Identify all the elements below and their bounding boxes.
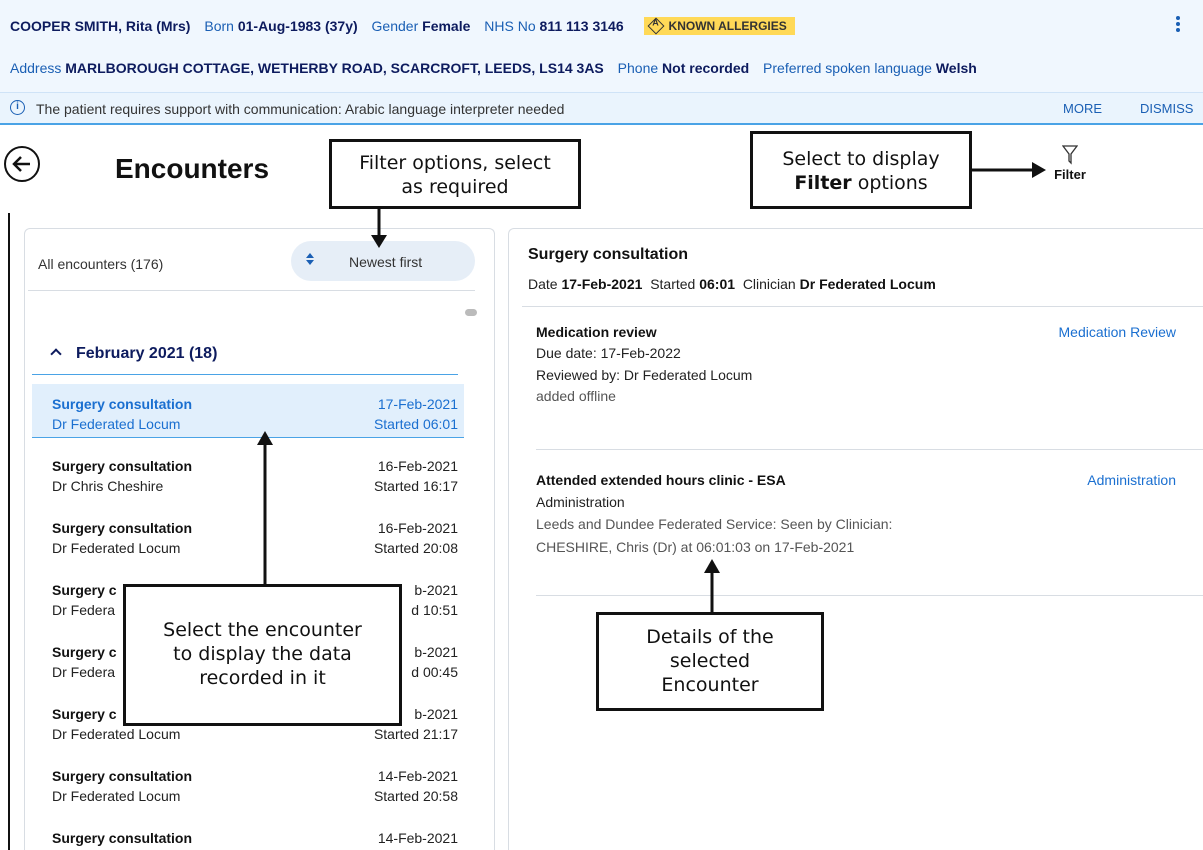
detail-divider <box>522 306 1203 307</box>
detail-meta: Date 17-Feb-2021 Started 06:01 Clinician… <box>528 276 936 292</box>
more-link[interactable]: MORE <box>1063 101 1102 116</box>
detail-item-note: added offline <box>536 388 616 404</box>
encounter-title: Surgery c <box>52 644 117 660</box>
communication-alert: i The patient requires support with comm… <box>0 93 1203 123</box>
sort-label: Newest first <box>349 254 423 270</box>
sort-icon <box>306 253 314 265</box>
list-header-divider <box>28 290 475 291</box>
alert-text: The patient requires support with commun… <box>36 101 565 117</box>
detail-item-line: Reviewed by: Dr Federated Locum <box>536 367 753 383</box>
address-label: Address <box>10 60 62 76</box>
month-group-label: February 2021 (18) <box>76 345 218 362</box>
callout-arrow-right <box>970 162 1046 178</box>
detail-item-line: Administration <box>536 494 625 510</box>
detail-item-divider <box>536 449 1203 450</box>
phone-label: Phone <box>617 60 659 76</box>
filter-label: Filter <box>1054 167 1086 182</box>
encounter-date: 16-Feb-2021 <box>377 458 458 474</box>
address-value: MARLBOROUGH COTTAGE, WETHERBY ROAD, SCAR… <box>65 60 604 76</box>
encounter-clinician: Dr Federated Locum <box>52 788 181 804</box>
encounter-clinician: Dr Federated Locum <box>52 726 181 742</box>
detail-item-line: CHESHIRE, Chris (Dr) at 06:01:03 on 17-F… <box>536 539 855 555</box>
callout-arrow-up <box>257 431 273 585</box>
encounter-date: b-2021 <box>414 706 458 722</box>
month-group-header[interactable]: February 2021 (18) <box>50 345 218 363</box>
callout-filter-options: Filter options, select as required <box>329 139 581 209</box>
encounter-count: All encounters (176) <box>38 256 164 272</box>
filter-button[interactable]: Filter <box>1045 145 1095 182</box>
page-title: Encounters <box>115 153 270 184</box>
encounter-title: Surgery c <box>52 582 117 598</box>
callout-select-display-filter: Select to display Filter options <box>750 131 972 209</box>
detail-item-category-link[interactable]: Medication Review <box>1059 324 1177 340</box>
known-allergies-badge[interactable]: A KNOWN ALLERGIES <box>643 17 795 35</box>
born-value: 01-Aug-1983 (37y) <box>237 18 358 34</box>
encounter-started: Started 20:08 <box>373 540 458 556</box>
encounter-row-selected[interactable]: Surgery consultation Dr Federated Locum … <box>32 384 464 438</box>
detail-item-line: Due date: 17-Feb-2022 <box>536 345 681 361</box>
allergy-icon: A <box>647 17 665 35</box>
encounter-title: Surgery consultation <box>52 768 193 784</box>
detail-title: Surgery consultation <box>528 246 689 263</box>
patient-banner-row2: Address MARLBOROUGH COTTAGE, WETHERBY RO… <box>10 60 977 76</box>
detail-item-line: Leeds and Dundee Federated Service: Seen… <box>536 516 893 532</box>
encounter-row[interactable]: Surgery consultation Dr Federated Locum … <box>32 756 464 810</box>
encounter-clinician: Dr Chris Cheshire <box>52 478 164 494</box>
patient-banner-row1: COOPER SMITH, Rita (Mrs) Born 01-Aug-198… <box>10 17 795 35</box>
born-label: Born <box>204 18 234 34</box>
detail-item-divider <box>536 595 1203 596</box>
callout-arrow-up <box>704 559 720 614</box>
encounter-date: 17-Feb-2021 <box>377 396 458 412</box>
back-arrow-icon <box>12 156 30 172</box>
nhs-label: NHS No <box>484 18 536 34</box>
encounter-started: Started 20:58 <box>373 788 458 804</box>
phone-value: Not recorded <box>662 60 750 76</box>
filter-icon <box>1062 145 1078 165</box>
encounter-title: Surgery consultation <box>52 458 193 474</box>
encounter-date: 14-Feb-2021 <box>377 768 458 784</box>
back-button[interactable] <box>4 146 40 182</box>
encounter-started: Started 16:17 <box>373 478 458 494</box>
month-group-underline <box>32 374 458 375</box>
language-value: Welsh <box>935 60 977 76</box>
callout-select-encounter: Select the encounter to display the data… <box>123 584 402 726</box>
allergy-badge-label: KNOWN ALLERGIES <box>668 19 787 33</box>
patient-name[interactable]: COOPER SMITH, Rita (Mrs) <box>10 18 190 34</box>
dismiss-link[interactable]: DISMISS <box>1140 101 1193 116</box>
encounter-row[interactable]: Surgery consultation Dr Chris Cheshire 1… <box>32 446 464 500</box>
encounter-date: b-2021 <box>414 582 458 598</box>
nhs-value: 811 113 3146 <box>539 18 624 34</box>
gender-value: Female <box>422 18 471 34</box>
encounter-title: Surgery consultation <box>52 830 193 846</box>
encounter-started: Started 21:17 <box>373 726 458 742</box>
left-edge <box>8 213 10 850</box>
encounter-date: 14-Feb-2021 <box>377 830 458 846</box>
encounter-clinician: Dr Federa <box>52 664 116 680</box>
encounter-clinician: Dr Federa <box>52 602 116 618</box>
encounter-clinician: Dr Federated Locum <box>52 416 181 432</box>
callout-encounter-details: Details of the selected Encounter <box>596 612 824 711</box>
more-options-icon[interactable] <box>1173 14 1183 36</box>
detail-item-category-link[interactable]: Administration <box>1087 472 1176 488</box>
encounter-title: Surgery consultation <box>52 396 193 412</box>
encounter-started: d 00:45 <box>411 664 458 680</box>
encounter-row[interactable]: Surgery consultation 14-Feb-2021 <box>32 818 464 850</box>
encounter-clinician: Dr Federated Locum <box>52 540 181 556</box>
encounter-title: Surgery consultation <box>52 520 193 536</box>
scrollbar-thumb[interactable] <box>465 309 477 316</box>
encounter-started: Started 06:01 <box>373 416 458 432</box>
gender-label: Gender <box>371 18 419 34</box>
encounter-date: b-2021 <box>414 644 458 660</box>
encounter-date: 16-Feb-2021 <box>377 520 458 536</box>
chevron-up-icon <box>50 348 62 360</box>
banner-bottom-border <box>0 123 1203 125</box>
encounter-row[interactable]: Surgery consultation Dr Federated Locum … <box>32 508 464 562</box>
encounter-title: Surgery c <box>52 706 117 722</box>
info-icon: i <box>10 100 25 115</box>
detail-item-title: Attended extended hours clinic - ESA <box>536 472 786 488</box>
callout-arrow-down <box>371 207 387 248</box>
encounter-started: d 10:51 <box>411 602 458 618</box>
detail-item-title: Medication review <box>536 324 657 340</box>
language-label: Preferred spoken language <box>763 60 932 76</box>
